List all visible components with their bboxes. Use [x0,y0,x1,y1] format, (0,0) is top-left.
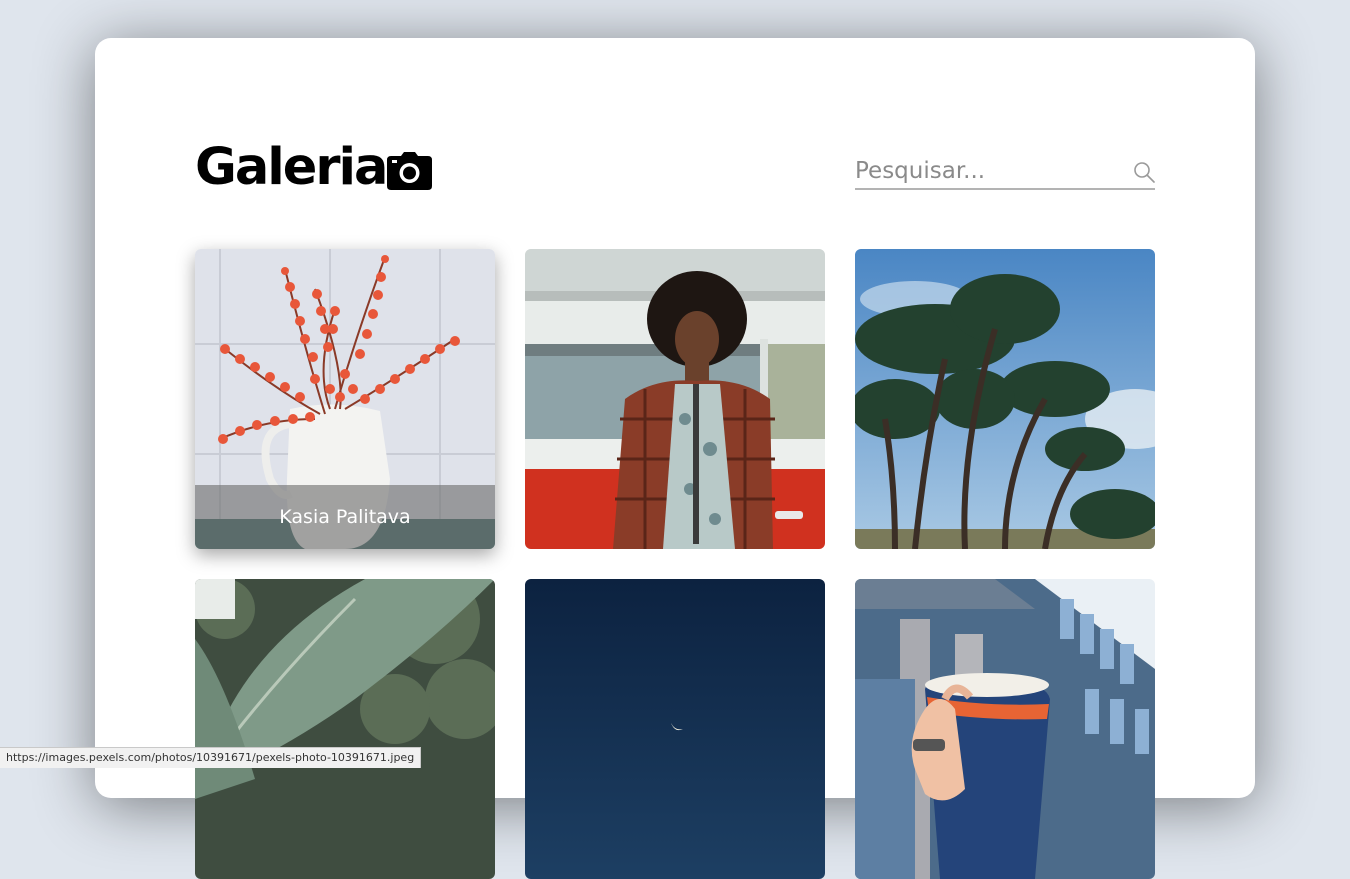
search-input[interactable] [855,155,1117,187]
gallery-item-berries[interactable]: Kasia Palitava [195,249,495,549]
gallery-item-coffee[interactable] [855,579,1155,879]
gallery-item-night-sky[interactable] [525,579,825,879]
gallery-item-van[interactable] [525,249,825,549]
photo-caption: Kasia Palitava [195,485,495,549]
leaf-photo [195,579,495,879]
gallery-item-leaf[interactable] [195,579,495,879]
camera-icon [387,152,432,190]
coffee-photo [855,579,1155,879]
search-box [855,155,1155,190]
gallery-item-trees[interactable] [855,249,1155,549]
status-bar-url: https://images.pexels.com/photos/1039167… [0,747,422,768]
van-photo [525,249,825,549]
search-icon[interactable] [1133,161,1155,183]
night-sky-photo [525,579,825,879]
page-title: Galeria [195,138,388,197]
trees-photo [855,249,1155,549]
